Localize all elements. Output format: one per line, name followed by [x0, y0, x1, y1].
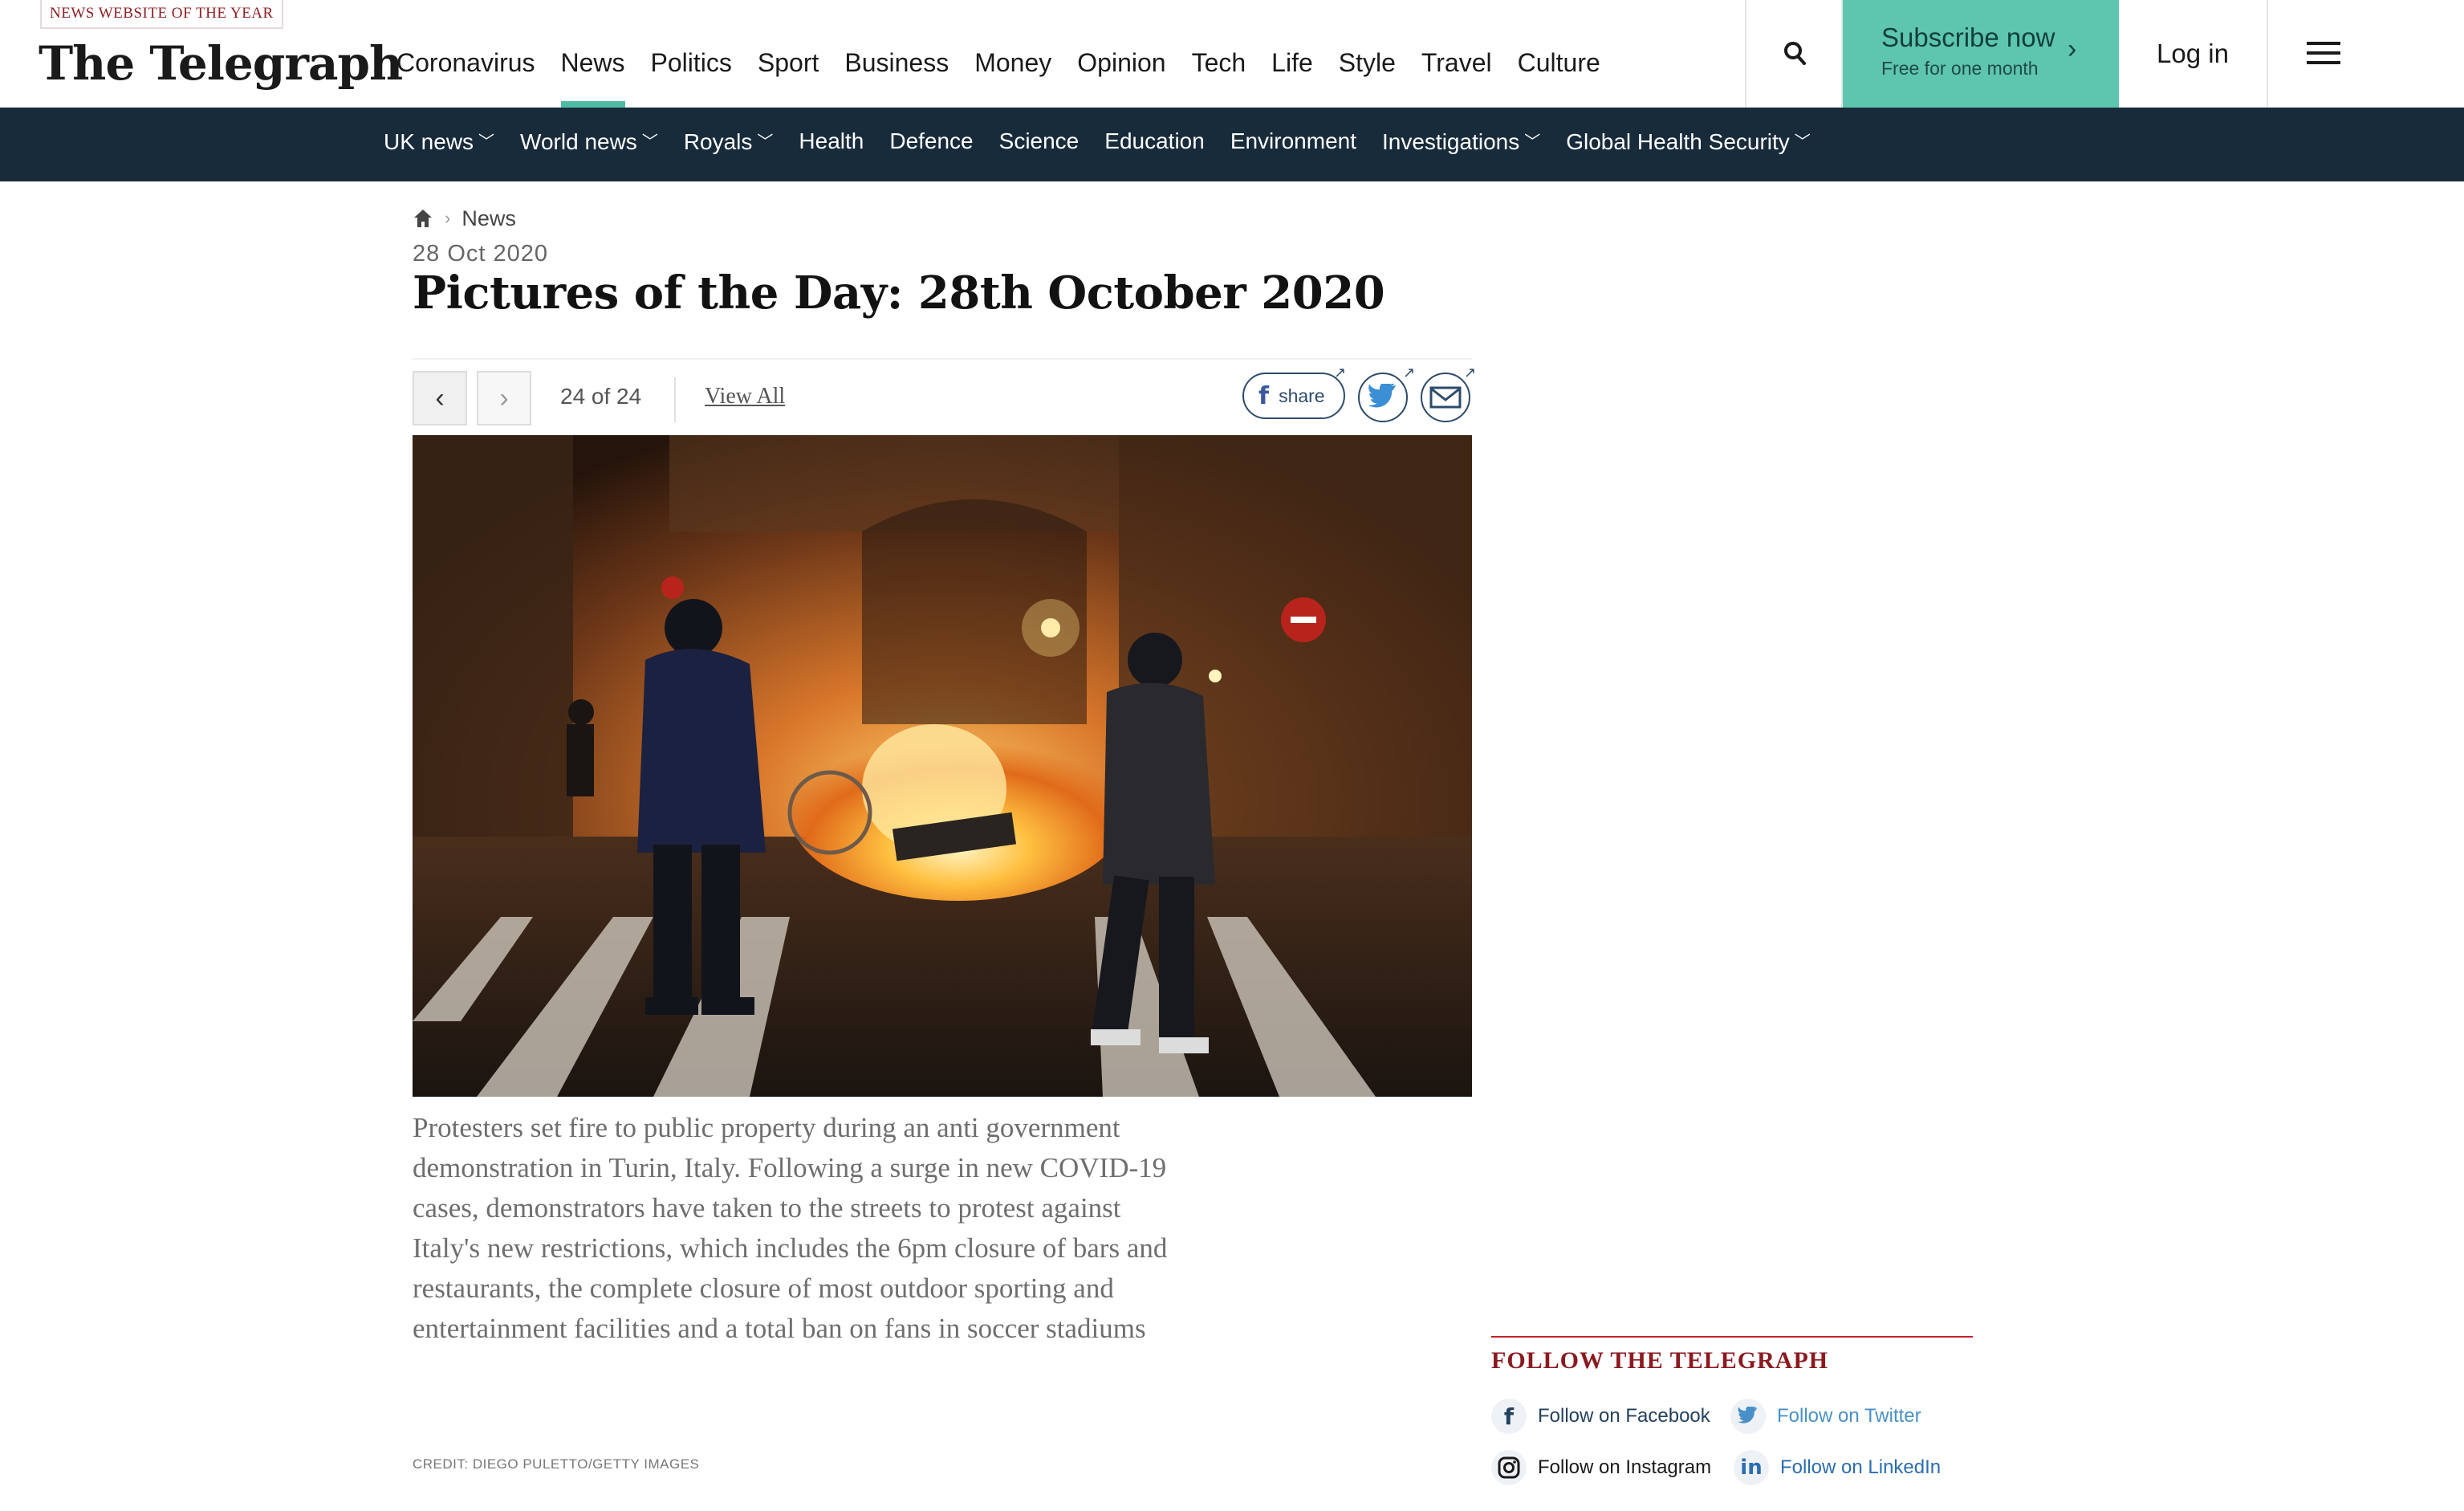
- view-all-link[interactable]: View All: [705, 384, 785, 409]
- twitter-icon: [1730, 1399, 1766, 1434]
- subnav-item-environment[interactable]: Environment: [1230, 108, 1369, 181]
- gallery-controls: ‹ › 24 of 24 View All f share ↗ ↗ ↗: [413, 358, 1476, 427]
- subnav-label: World news: [520, 129, 637, 154]
- external-link-icon: ↗: [1403, 365, 1416, 381]
- breadcrumb-separator: ›: [445, 208, 451, 228]
- page-title: Pictures of the Day: 28th October 2020: [413, 267, 1385, 320]
- chevron-right-icon: ›: [2068, 34, 2077, 64]
- photo-illustration: [413, 435, 1472, 1097]
- subscribe-button[interactable]: Subscribe now Free for one month ›: [1843, 0, 2119, 108]
- follow-facebook-link[interactable]: f Follow on Facebook: [1491, 1399, 1710, 1434]
- hamburger-icon-bar: [2307, 51, 2340, 55]
- subnav-item-health[interactable]: Health: [799, 108, 876, 181]
- section-subnav: UK news ﹀ World news ﹀ Royals ﹀ Health Defe…: [0, 108, 2464, 181]
- subnav-item-world-news[interactable]: World news ﹀: [520, 108, 671, 181]
- subnav-label: Royals: [683, 129, 753, 154]
- subnav-label: Global Health Security: [1566, 129, 1790, 154]
- nav-item-money[interactable]: Money: [962, 40, 1064, 108]
- instagram-icon: [1491, 1450, 1527, 1485]
- twitter-share-button[interactable]: [1358, 373, 1408, 422]
- facebook-icon: f: [1258, 381, 1270, 410]
- facebook-icon: f: [1491, 1399, 1527, 1434]
- follow-instagram-link[interactable]: Follow on Instagram: [1491, 1450, 1711, 1485]
- chevron-down-icon: ﹀: [1524, 133, 1541, 151]
- subnav-items: UK news ﹀ World news ﹀ Royals ﹀ Health Defe…: [384, 108, 1836, 181]
- subnav-item-investigations[interactable]: Investigations ﹀: [1382, 108, 1553, 181]
- subnav-item-uk-news[interactable]: UK news ﹀: [384, 108, 507, 181]
- chevron-right-icon: ›: [499, 382, 509, 413]
- divider: [674, 377, 676, 422]
- search-icon: [1784, 42, 1806, 65]
- hamburger-icon: [2307, 42, 2340, 45]
- home-icon[interactable]: [413, 208, 433, 229]
- subscribe-sublabel: Free for one month: [1881, 58, 2039, 79]
- search-button[interactable]: [1745, 0, 1843, 108]
- gallery-counter: 24 of 24: [560, 384, 642, 409]
- photo-caption: Protesters set fire to public property d…: [413, 1112, 1168, 1344]
- subnav-item-science[interactable]: Science: [999, 108, 1092, 181]
- chevron-down-icon: ﹀: [641, 133, 658, 151]
- nav-item-tech[interactable]: Tech: [1179, 40, 1259, 108]
- twitter-icon: [1368, 384, 1397, 408]
- site-logo[interactable]: The Telegraph: [39, 35, 403, 92]
- next-button[interactable]: ›: [477, 371, 531, 426]
- nav-item-business[interactable]: Business: [831, 40, 962, 108]
- follow-box: FOLLOW THE TELEGRAPH: [1491, 1336, 1973, 1375]
- article-date: 28 Oct 2020: [413, 241, 548, 267]
- award-badge: NEWS WEBSITE OF THE YEAR: [40, 0, 283, 29]
- chevron-down-icon: ﹀: [478, 133, 495, 151]
- nav-item-coronavirus[interactable]: Coronavirus: [384, 40, 548, 108]
- share-label: share: [1279, 385, 1325, 406]
- gallery-photo[interactable]: [413, 435, 1472, 1097]
- hamburger-icon-bar: [2307, 61, 2340, 64]
- nav-item-style[interactable]: Style: [1326, 40, 1409, 108]
- subnav-item-defence[interactable]: Defence: [889, 108, 986, 181]
- breadcrumb-news-link[interactable]: News: [461, 206, 516, 231]
- external-link-icon: ↗: [1464, 365, 1477, 381]
- nav-item-opinion[interactable]: Opinion: [1064, 40, 1178, 108]
- chevron-down-icon: ﹀: [1794, 133, 1811, 151]
- external-link-icon: ↗: [1334, 365, 1347, 381]
- nav-item-culture[interactable]: Culture: [1505, 40, 1613, 108]
- menu-button[interactable]: [2268, 0, 2381, 108]
- main-nav: Coronavirus News Politics Sport Business…: [384, 40, 1613, 108]
- subnav-item-education[interactable]: Education: [1104, 108, 1218, 181]
- nav-item-travel[interactable]: Travel: [1409, 40, 1505, 108]
- site-header: NEWS WEBSITE OF THE YEAR The Telegraph C…: [0, 0, 2464, 108]
- nav-item-politics[interactable]: Politics: [638, 40, 745, 108]
- follow-twitter-link[interactable]: Follow on Twitter: [1730, 1399, 1921, 1434]
- facebook-share-button[interactable]: f share: [1242, 373, 1345, 419]
- follow-instagram-label: Follow on Instagram: [1538, 1456, 1712, 1478]
- nav-item-sport[interactable]: Sport: [745, 40, 831, 108]
- follow-linkedin-link[interactable]: in Follow on LinkedIn: [1734, 1450, 1941, 1485]
- follow-heading: FOLLOW THE TELEGRAPH: [1491, 1347, 1829, 1374]
- nav-item-news[interactable]: News: [548, 40, 638, 108]
- email-share-button[interactable]: [1421, 373, 1470, 422]
- follow-facebook-label: Follow on Facebook: [1538, 1405, 1710, 1427]
- subscribe-label: Subscribe now: [1881, 22, 2055, 52]
- subnav-item-royals[interactable]: Royals ﹀: [684, 108, 787, 181]
- subnav-item-global-health-security[interactable]: Global Health Security ﹀: [1566, 108, 1824, 181]
- login-button[interactable]: Log in: [2119, 0, 2268, 108]
- breadcrumb: › News: [413, 202, 516, 234]
- subnav-label: UK news: [384, 129, 474, 154]
- follow-linkedin-label: Follow on LinkedIn: [1780, 1456, 1942, 1478]
- linkedin-icon: in: [1734, 1450, 1769, 1485]
- chevron-down-icon: ﹀: [757, 133, 774, 151]
- chevron-left-icon: ‹: [435, 382, 445, 413]
- subnav-label: Investigations: [1382, 129, 1520, 154]
- follow-twitter-label: Follow on Twitter: [1777, 1405, 1921, 1427]
- nav-item-life[interactable]: Life: [1258, 40, 1326, 108]
- email-icon: [1429, 386, 1462, 409]
- photo-credit: CREDIT: DIEGO PULETTO/GETTY IMAGES: [413, 1456, 700, 1472]
- previous-button[interactable]: ‹: [413, 371, 467, 426]
